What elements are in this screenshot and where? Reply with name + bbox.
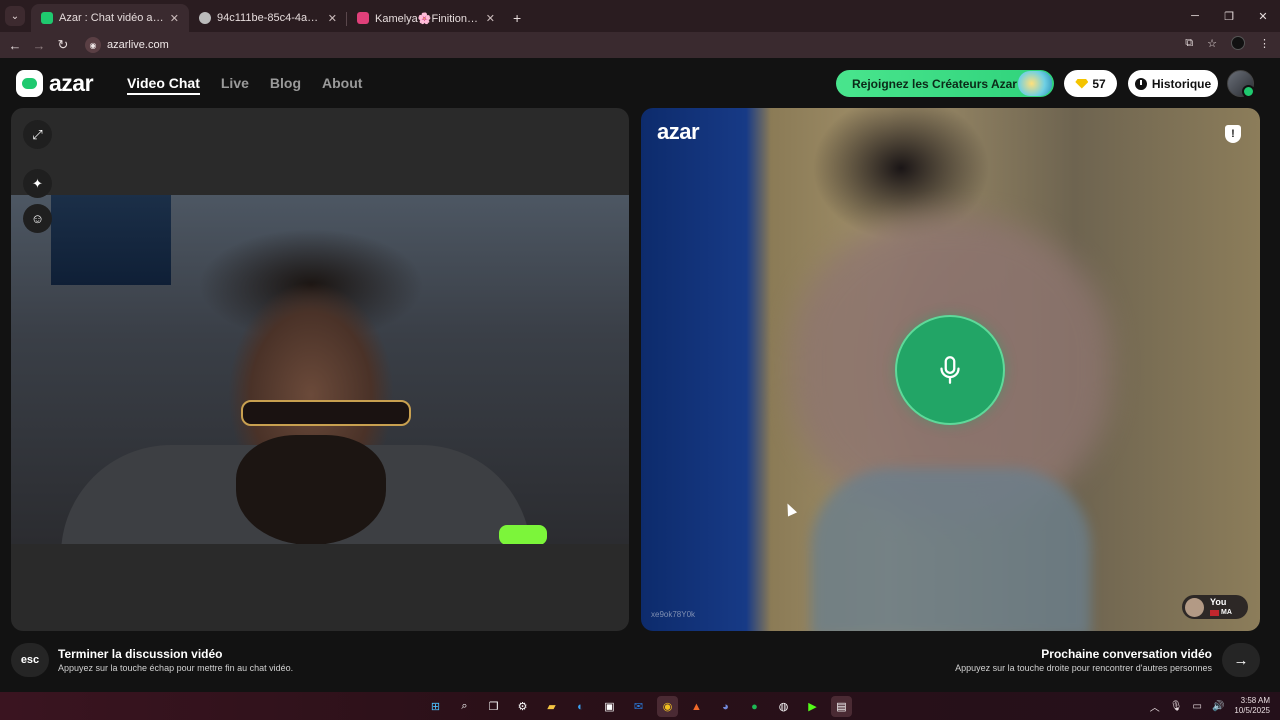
azar-page: azar Video Chat Live Blog About Rejoigne… — [0, 58, 1280, 692]
join-creators-button[interactable]: Rejoignez les Créateurs Azar — [836, 70, 1054, 97]
expand-icon[interactable]: ⤢ — [23, 120, 52, 149]
self-camera-feed — [11, 195, 629, 544]
peer-id-label: xe9ok78Y0k — [651, 610, 696, 619]
terminal-icon[interactable]: ▤ — [831, 696, 852, 717]
gems-count: 57 — [1092, 76, 1106, 91]
nav-video-chat[interactable]: Video Chat — [127, 75, 200, 95]
sparkle-effects-icon[interactable]: ✦ — [23, 169, 52, 198]
search-icon[interactable]: ⌕ — [454, 696, 475, 717]
edge-icon[interactable]: ◐ — [570, 696, 591, 717]
forward-icon[interactable]: → — [27, 38, 51, 53]
microphone-button[interactable] — [895, 315, 1005, 425]
gems-button[interactable]: 57 — [1064, 70, 1117, 97]
spotify-icon[interactable]: ● — [744, 696, 765, 717]
maximize-icon[interactable]: ❐ — [1212, 0, 1246, 32]
microphone-icon — [940, 356, 960, 384]
nav-blog[interactable]: Blog — [270, 75, 301, 95]
you-label: You — [1210, 597, 1227, 607]
site-info-icon[interactable]: ◉ — [85, 37, 101, 53]
windows-start-icon[interactable]: ⊞ — [425, 696, 446, 717]
next-chat-button[interactable]: → — [1222, 643, 1260, 677]
you-avatar — [1185, 597, 1204, 617]
report-shield-icon[interactable]: ! — [1225, 125, 1241, 143]
end-chat-hint: Appuyez sur la touche échap pour mettre … — [58, 663, 294, 673]
reload-icon[interactable]: ↻ — [51, 37, 75, 53]
morocco-flag-icon — [1210, 609, 1219, 616]
nav-about[interactable]: About — [322, 75, 362, 95]
chrome-icon[interactable]: ◉ — [657, 696, 678, 717]
kick-icon[interactable]: ▶ — [802, 696, 823, 717]
window-controls: ─ ❐ ✕ — [1178, 0, 1280, 32]
tab-uuid[interactable]: 94c111be-85c4-4a5d-8875-f38 ✕ — [189, 4, 347, 32]
back-icon[interactable]: ← — [3, 38, 27, 53]
tab-close-icon[interactable]: ✕ — [328, 12, 337, 25]
tab-search-button[interactable]: ⌄ — [5, 6, 25, 26]
main-nav: Video Chat Live Blog About — [127, 75, 362, 95]
you-chip: You MA — [1182, 595, 1248, 619]
tab-title: Kamelya🌸Finition spéciale💕 — [375, 12, 480, 25]
face-filter-icon[interactable]: ☺ — [23, 204, 52, 233]
nav-live[interactable]: Live — [221, 75, 249, 95]
tab-title: Azar : Chat vidéo avec de n — [59, 12, 164, 24]
clock-date: 10/5/2025 — [1234, 706, 1270, 715]
tab-title: 94c111be-85c4-4a5d-8875-f38 — [217, 12, 322, 24]
tab-kamelya[interactable]: Kamelya🌸Finition spéciale💕 ✕ — [347, 4, 505, 32]
system-tray: ︿ 🎙 ▭ 🔊 3:58 AM 10/5/2025 — [1150, 696, 1270, 716]
peer-watermark-logo: azar — [657, 119, 700, 144]
tab-close-icon[interactable]: ✕ — [170, 12, 179, 25]
video-tools: ⤢ ✦ ☺ — [23, 120, 52, 233]
store-icon[interactable]: ▣ — [599, 696, 620, 717]
logo-text: azar — [49, 70, 94, 96]
azar-logo-icon — [16, 70, 43, 97]
peer-video-panel: azar ! xe9ok78Y0k You MA — [641, 108, 1260, 631]
close-window-icon[interactable]: ✕ — [1246, 0, 1280, 32]
user-avatar[interactable] — [1227, 70, 1255, 98]
profile-icon[interactable] — [1231, 36, 1245, 50]
clock-time: 3:58 AM — [1240, 696, 1270, 705]
gem-icon — [1075, 78, 1089, 89]
end-chat-button[interactable]: esc — [11, 643, 49, 677]
tray-chevron-icon[interactable]: ︿ — [1150, 699, 1160, 714]
settings-gear-icon[interactable]: ⚙ — [512, 696, 533, 717]
history-button[interactable]: Historique — [1128, 70, 1218, 97]
end-chat-title: Terminer la discussion vidéo — [58, 647, 223, 661]
task-view-icon[interactable]: ❐ — [483, 696, 504, 717]
address-bar: ← → ↻ ◉ azarlive.com ⧉ ☆ ⋮ — [0, 32, 1280, 58]
next-chat-title: Prochaine conversation vidéo — [1041, 647, 1212, 661]
creators-label: Rejoignez les Créateurs Azar — [852, 76, 1017, 91]
globe-favicon-icon — [199, 12, 211, 24]
history-clock-icon — [1134, 77, 1147, 90]
obs-icon[interactable]: ◍ — [773, 696, 794, 717]
creators-badge-icon — [1018, 71, 1052, 96]
arrow-right-icon: → — [1233, 651, 1249, 669]
network-icon[interactable]: ▭ — [1193, 701, 1202, 712]
azar-logo[interactable]: azar — [16, 70, 94, 97]
outlook-icon[interactable]: ✉ — [628, 696, 649, 717]
site-header: azar Video Chat Live Blog About Rejoigne… — [0, 58, 1280, 108]
app-a-icon[interactable]: ▲ — [686, 696, 707, 717]
browser-menu-icon[interactable]: ⋮ — [1259, 37, 1270, 50]
volume-icon[interactable]: 🔊 — [1212, 701, 1224, 712]
azar-favicon-icon — [41, 12, 53, 24]
discord-icon[interactable]: ◕ — [715, 696, 736, 717]
self-video-panel: ⤢ ✦ ☺ — [11, 108, 629, 631]
new-tab-button[interactable]: + — [513, 10, 521, 26]
file-explorer-icon[interactable]: ▰ — [541, 696, 562, 717]
site-favicon-icon — [357, 12, 369, 24]
history-label: Historique — [1151, 76, 1212, 91]
url-field[interactable]: ◉ azarlive.com — [85, 37, 169, 53]
tab-azar[interactable]: Azar : Chat vidéo avec de n ✕ — [31, 4, 189, 32]
taskbar-clock[interactable]: 3:58 AM 10/5/2025 — [1234, 696, 1270, 716]
windows-taskbar: ⊞ ⌕ ❐ ⚙ ▰ ◐ ▣ ✉ ◉ ▲ ◕ ● ◍ ▶ ▤ ︿ 🎙 ▭ 🔊 3:… — [0, 692, 1280, 720]
bookmark-star-icon[interactable]: ☆ — [1207, 37, 1217, 50]
url-text: azarlive.com — [107, 39, 169, 51]
browser-tab-strip: ⌄ Azar : Chat vidéo avec de n ✕ 94c111be… — [0, 0, 1280, 32]
minimize-icon[interactable]: ─ — [1178, 0, 1212, 32]
cast-icon[interactable]: ⧉ — [1185, 37, 1193, 50]
country-code: MA — [1221, 609, 1232, 616]
next-chat-hint: Appuyez sur la touche droite pour rencon… — [955, 663, 1212, 673]
tab-close-icon[interactable]: ✕ — [486, 12, 495, 25]
mic-tray-icon[interactable]: 🎙 — [1170, 701, 1183, 712]
